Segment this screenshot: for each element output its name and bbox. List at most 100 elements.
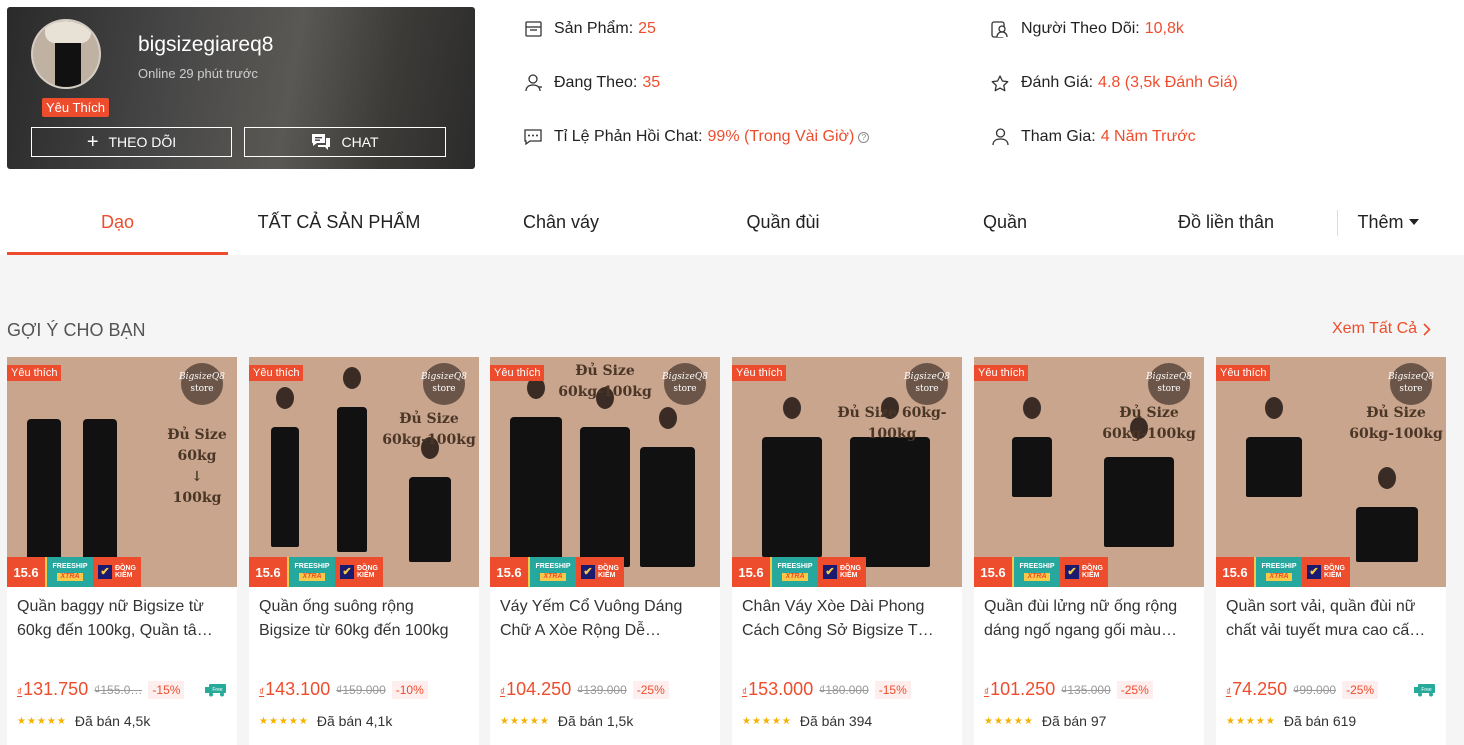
star-outline-icon [991, 74, 1009, 92]
size-range-text: Đủ Size 60kg-100kg [558, 363, 652, 400]
product-image[interactable]: BigsizeQ8 store Đủ Size 60kg-100kg Yêu thíc… [249, 357, 479, 587]
tab-quan[interactable]: Quần [894, 189, 1116, 255]
product-price: ₫143.100 [259, 679, 331, 699]
dong-kiem-badge: ✔ ĐỒNG KIỂM [93, 557, 141, 587]
promo-badges: 15.6 FREESHIP XTRA ✔ ĐỒNG KIỂM [249, 557, 479, 587]
tab-do-lien-than[interactable]: Đồ liền thân [1116, 189, 1336, 255]
price-row: ₫74.250 ₫99.000 -25% [1226, 679, 1379, 700]
shop-online-status: Online 29 phút trước [138, 66, 258, 81]
stat-followers: Người Theo Dõi: 10,8k [991, 20, 1184, 38]
follow-label: THEO DÕI [108, 134, 177, 150]
garment-shape [271, 427, 299, 547]
star-rating-icon: ★★★★★ [984, 715, 1034, 727]
dong-kiem-badge: ✔ ĐỒNG KIỂM [818, 557, 866, 587]
discount-badge: -10% [391, 680, 428, 699]
rating-row: ★★★★★ Đã bán 394 [742, 713, 872, 729]
check-icon: ✔ [823, 565, 837, 579]
discount-badge: -25% [1116, 680, 1153, 699]
product-card[interactable]: BigsizeQ8 store Đủ Size 60kg-100kg Yêu thíc… [490, 357, 720, 745]
sale-badge: 15.6 [974, 557, 1014, 587]
sale-badge: 15.6 [7, 557, 47, 587]
see-all-label: Xem Tất Cả [1332, 320, 1418, 337]
favorite-label: Yêu thích [732, 365, 787, 381]
favorite-label: Yêu thích [249, 365, 304, 381]
model-head [1265, 397, 1283, 419]
freeship-badge: FREESHIP XTRA [530, 557, 576, 587]
product-name[interactable]: Chân Váy Xòe Dài Phong Cách Công Sở Bigsi… [742, 595, 954, 643]
size-range-text: Đủ Size 60kg-100kg [1102, 405, 1196, 442]
product-card[interactable]: BigsizeQ8 store Đủ Size 60kg ↓ 100kg Yêu th… [7, 357, 237, 745]
model-head [343, 367, 361, 389]
product-image[interactable]: BigsizeQ8 store Đủ Size 60kg-100kg Yêu thíc… [732, 357, 962, 587]
star-rating-icon: ★★★★★ [259, 715, 309, 727]
discount-badge: -25% [632, 680, 669, 699]
product-card[interactable]: BigsizeQ8 store Đủ Size 60kg-100kg Yêu thíc… [249, 357, 479, 745]
freeship-badge: FREESHIP XTRA [47, 557, 93, 587]
garment-shape [83, 419, 117, 559]
stat-following: Đang Theo: 35 [524, 74, 660, 92]
sold-count: Đã bán 4,5k [74, 713, 151, 729]
sold-count: Đã bán 394 [799, 713, 873, 729]
follow-button[interactable]: + THEO DÕI [31, 127, 232, 157]
shop-avatar[interactable] [31, 19, 101, 89]
rating-row: ★★★★★ Đã bán 97 [984, 713, 1106, 729]
tab-dao[interactable]: Dạo [7, 189, 228, 255]
product-image[interactable]: BigsizeQ8 store Đủ Size 60kg-100kg Yêu thíc… [1216, 357, 1446, 587]
garment-shape [1012, 437, 1052, 497]
product-name[interactable]: Quần sort vải, quần đùi nữ chất vải tuyết… [1226, 595, 1438, 643]
shop-header: Yêu Thích bigsizegiareq8 Online 29 phút … [0, 0, 1464, 255]
active-tab-indicator [7, 252, 228, 255]
dong-kiem-badge: ✔ ĐỒNG KIỂM [1060, 557, 1108, 587]
help-icon[interactable]: ? [858, 131, 870, 143]
store-logo: BigsizeQ8 store [179, 363, 225, 405]
garment-shape [762, 437, 822, 557]
see-all-link[interactable]: Xem Tất Cả [1332, 320, 1431, 338]
product-card[interactable]: BigsizeQ8 store Đủ Size 60kg-100kg Yêu thíc… [1216, 357, 1446, 745]
product-image[interactable]: BigsizeQ8 store Đủ Size 60kg-100kg Yêu thíc… [974, 357, 1204, 587]
tab-quan-dui[interactable]: Quần đùi [672, 189, 894, 255]
user-icon [991, 128, 1009, 146]
free-shipping-truck-icon: Free [1414, 684, 1435, 697]
svg-text:Free: Free [212, 687, 223, 693]
shop-name: bigsizegiareq8 [138, 33, 274, 56]
section-title: GỢI Ý CHO BẠN [7, 320, 146, 340]
price-row: ₫104.250 ₫139.000 -25% [500, 679, 669, 700]
check-icon: ✔ [1065, 565, 1079, 579]
product-price: ₫74.250 [1226, 679, 1288, 699]
product-name[interactable]: Váy Yếm Cổ Vuông Dáng Chữ A Xòe Rộng Dễ… [500, 595, 712, 643]
freeship-badge: FREESHIP XTRA [289, 557, 335, 587]
garment-shape [640, 447, 695, 567]
product-card[interactable]: BigsizeQ8 store Đủ Size 60kg-100kg Yêu thíc… [974, 357, 1204, 745]
model-head [276, 387, 294, 409]
sold-count: Đã bán 97 [1041, 713, 1107, 729]
product-name[interactable]: Quần ống suông rộng Bigsize từ 60kg đến 1… [259, 595, 471, 643]
product-name[interactable]: Quần baggy nữ Bigsize từ 60kg đến 100kg, … [17, 595, 229, 643]
product-name[interactable]: Quần đùi lửng nữ ống rộng dáng ngố ngang … [984, 595, 1196, 643]
garment-shape [1246, 437, 1302, 497]
stat-rating: Đánh Giá: 4.8 (3,5k Đánh Giá) [991, 74, 1238, 92]
sale-badge: 15.6 [490, 557, 530, 587]
model-head [783, 397, 801, 419]
check-icon: ✔ [1307, 565, 1321, 579]
chat-button[interactable]: CHAT [244, 127, 446, 157]
size-range-text: Đủ Size 60kg-100kg [837, 405, 947, 442]
price-row: ₫153.000 ₫180.000 -15% [742, 679, 911, 700]
product-price: ₫153.000 [742, 679, 814, 699]
rating-row: ★★★★★ Đã bán 4,5k [17, 713, 150, 729]
product-image[interactable]: BigsizeQ8 store Đủ Size 60kg ↓ 100kg Yêu th… [7, 357, 237, 587]
rating-row: ★★★★★ Đã bán 4,1k [259, 713, 392, 729]
tab-chan-vay[interactable]: Chân váy [450, 189, 672, 255]
product-image[interactable]: BigsizeQ8 store Đủ Size 60kg-100kg Yêu thíc… [490, 357, 720, 587]
product-card[interactable]: BigsizeQ8 store Đủ Size 60kg-100kg Yêu thíc… [732, 357, 962, 745]
store-logo: BigsizeQ8 store [421, 363, 467, 405]
freeship-badge: FREESHIP XTRA [1014, 557, 1060, 587]
discount-badge: -25% [1342, 680, 1379, 699]
size-range-text: Đủ Size 60kg ↓ 100kg [167, 427, 227, 506]
star-rating-icon: ★★★★★ [17, 715, 67, 727]
chevron-right-icon [1423, 322, 1431, 336]
tab-more[interactable]: Thêm [1338, 189, 1438, 255]
garment-shape [1356, 507, 1418, 562]
sold-count: Đã bán 619 [1283, 713, 1357, 729]
chat-bubble-icon [524, 128, 542, 146]
tab-all-products[interactable]: TẤT CẢ SẢN PHẨM [228, 189, 450, 255]
